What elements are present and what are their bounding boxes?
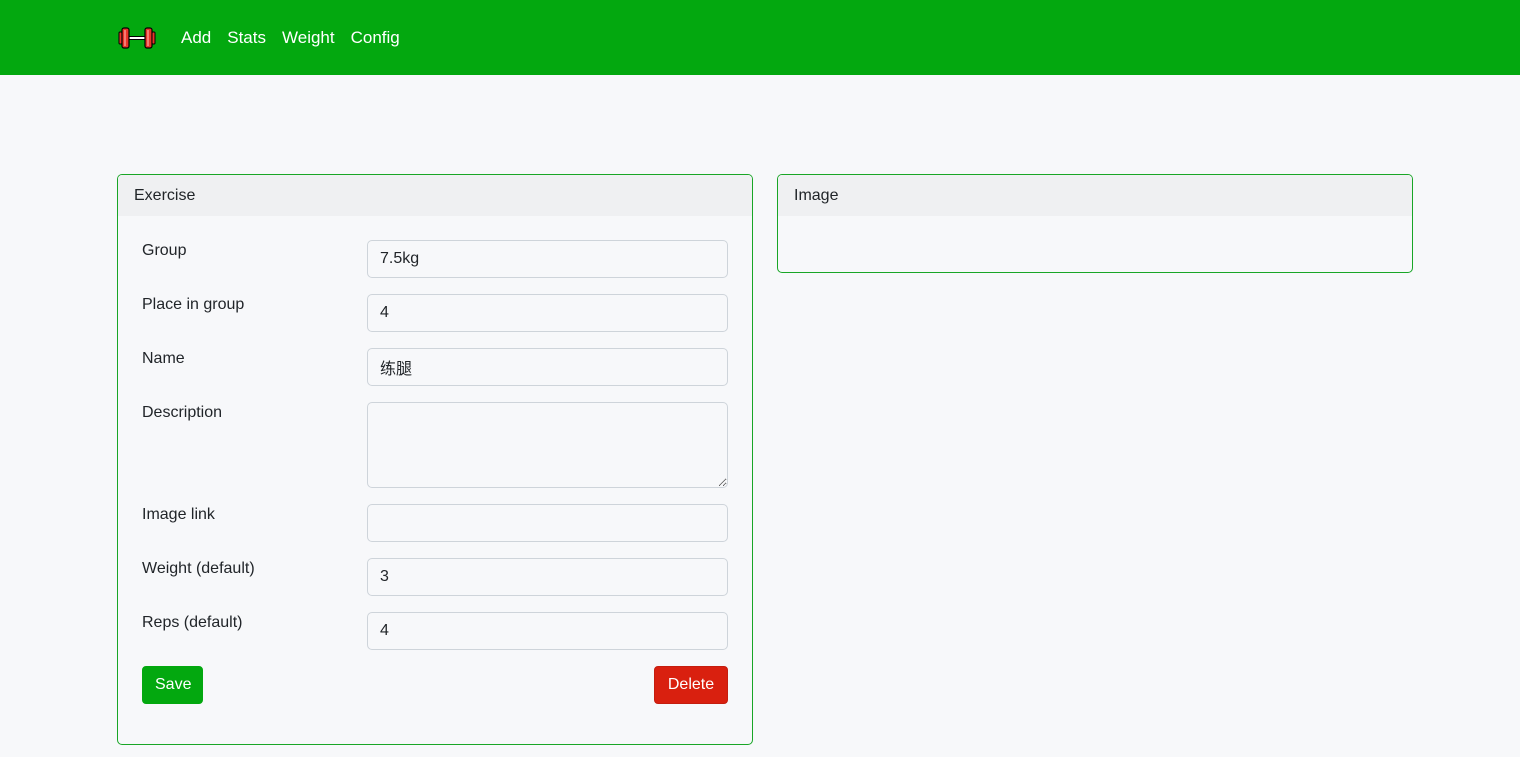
- name-input[interactable]: [367, 348, 728, 386]
- nav-weight-link[interactable]: Weight: [282, 26, 335, 50]
- place-in-group-input[interactable]: [367, 294, 728, 332]
- place-in-group-label: Place in group: [142, 296, 245, 313]
- nav-add-link[interactable]: Add: [181, 26, 211, 50]
- image-link-input[interactable]: [367, 504, 728, 542]
- top-navbar: Add Stats Weight Config: [0, 0, 1520, 75]
- name-label: Name: [142, 350, 185, 367]
- image-card: Image: [777, 174, 1413, 273]
- image-card-header: Image: [778, 175, 1412, 216]
- exercise-card: Exercise Group Place in group Name Descr…: [117, 174, 753, 745]
- description-label: Description: [142, 404, 223, 421]
- weight-default-input[interactable]: [367, 558, 728, 596]
- exercise-card-header: Exercise: [118, 175, 752, 216]
- delete-button[interactable]: Delete: [654, 666, 728, 704]
- group-input[interactable]: [367, 240, 728, 278]
- save-button[interactable]: Save: [142, 666, 203, 704]
- reps-default-label: Reps (default): [142, 614, 243, 631]
- weight-default-label: Weight (default): [142, 560, 255, 577]
- dumbbell-icon[interactable]: [116, 26, 158, 50]
- reps-default-input[interactable]: [367, 612, 728, 650]
- group-label: Group: [142, 242, 187, 259]
- image-link-label: Image link: [142, 506, 215, 523]
- nav-config-link[interactable]: Config: [351, 26, 400, 50]
- description-textarea[interactable]: [367, 402, 728, 488]
- nav-stats-link[interactable]: Stats: [227, 26, 266, 50]
